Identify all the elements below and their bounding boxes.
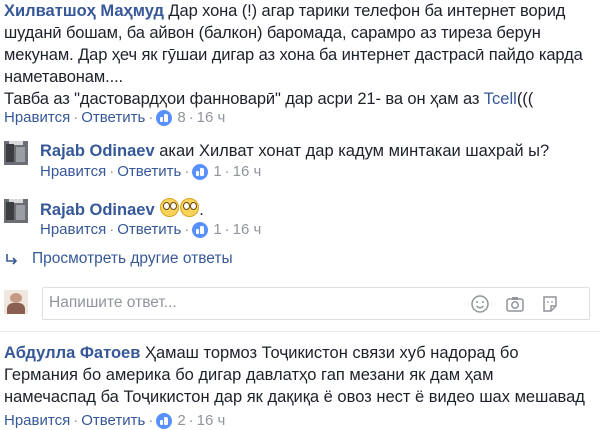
separator: · [109, 221, 115, 238]
like-icon[interactable] [192, 163, 209, 180]
reply-text: . [199, 201, 204, 219]
separator: · [109, 163, 115, 180]
current-user-avatar [4, 290, 28, 314]
like-link[interactable]: Нравится [40, 221, 106, 238]
mention-link[interactable]: Tcell [484, 90, 517, 108]
sticker-icon[interactable] [540, 294, 560, 314]
comment-text-line: ((( [516, 90, 534, 108]
separator: · [184, 163, 190, 180]
comment-actions: Нравится · Ответить · 2 · 16 ч [4, 412, 225, 429]
reply-link[interactable]: Ответить [117, 163, 181, 180]
timestamp[interactable]: 16 ч [197, 109, 226, 126]
separator: · [73, 109, 79, 126]
reply-actions: Нравится · Ответить · 1 · 16 ч [40, 163, 261, 180]
timestamp[interactable]: 16 ч [197, 412, 226, 429]
reply-body: Rajab Odinaev . [40, 198, 204, 221]
comment-text-line: мекунам. Дар ҳеч як гӯшаи дигар аз хона … [4, 46, 583, 64]
comment: Абдулла Фатоев Ҳамаш тормоз Тоҷикистон с… [4, 342, 594, 408]
reply-text: акаи Хилват хонат дар кадум минтакаи шах… [154, 142, 550, 160]
comment: Хилватшоҳ Маҳмуд Дар хона (!) агар тарик… [4, 0, 594, 110]
like-count[interactable]: 1 [213, 221, 221, 238]
flushed-face-emoji-icon [160, 198, 180, 217]
flushed-face-emoji-icon [180, 198, 200, 217]
reply-link[interactable]: Ответить [81, 412, 145, 429]
reply-body: Rajab Odinaev акаи Хилват хонат дар каду… [40, 140, 549, 162]
comment-text-line: шуданӣ бошам, ба айвон (балкон) баромада… [4, 24, 541, 42]
comment-text-line: Германия бо америка бо дигар давлатҳо га… [4, 366, 494, 384]
view-more-replies-label[interactable]: Просмотреть другие ответы [32, 250, 233, 268]
like-icon[interactable] [156, 109, 173, 126]
separator: · [188, 412, 194, 429]
comment-author[interactable]: Хилватшоҳ Маҳмуд [4, 2, 164, 20]
like-count[interactable]: 1 [213, 163, 221, 180]
reply-author[interactable]: Rajab Odinaev [40, 142, 155, 160]
like-count[interactable]: 2 [177, 412, 185, 429]
comment-text-line: Дар хона (!) агар тарики телефон ба инте… [163, 2, 566, 20]
like-link[interactable]: Нравится [40, 163, 106, 180]
separator: · [73, 412, 79, 429]
separator: · [184, 221, 190, 238]
reply-link[interactable]: Ответить [81, 109, 145, 126]
comment-text-line: Ҳамаш тормоз Тоҷикистон связи хуб надора… [140, 344, 519, 362]
like-link[interactable]: Нравится [4, 412, 70, 429]
separator: · [224, 221, 230, 238]
comment-text-line: намечаспад ба Тоҷикистон дар як дақиқа ё… [4, 388, 585, 406]
comment-body: Хилватшоҳ Маҳмуд Дар хона (!) агар тарик… [4, 0, 594, 110]
comment-text-line: Тавба аз "дастовардҳои фанноварӣ" дар ас… [4, 90, 484, 108]
like-icon[interactable] [192, 221, 209, 238]
reply-input[interactable] [49, 293, 449, 313]
separator: · [148, 412, 154, 429]
reply-actions: Нравится · Ответить · 1 · 16 ч [40, 221, 261, 238]
timestamp[interactable]: 16 ч [233, 221, 262, 238]
avatar[interactable] [4, 199, 28, 223]
comment-text-line: наметавонам.... [4, 68, 124, 86]
timestamp[interactable]: 16 ч [233, 163, 262, 180]
reply-arrow-icon [6, 254, 18, 265]
view-more-replies[interactable]: Просмотреть другие ответы [4, 250, 233, 268]
reply-link[interactable]: Ответить [117, 221, 181, 238]
camera-icon[interactable] [505, 294, 525, 314]
reply-composer[interactable] [42, 287, 590, 320]
divider [0, 331, 600, 332]
like-icon[interactable] [156, 412, 173, 429]
emoji-icon[interactable] [470, 294, 490, 314]
like-link[interactable]: Нравится [4, 109, 70, 126]
separator: · [188, 109, 194, 126]
separator: · [224, 163, 230, 180]
like-count[interactable]: 8 [177, 109, 185, 126]
avatar[interactable] [4, 141, 28, 165]
comment-actions: Нравится · Ответить · 8 · 16 ч [4, 109, 225, 126]
comment-author[interactable]: Абдулла Фатоев [4, 344, 140, 362]
reply-author[interactable]: Rajab Odinaev [40, 201, 155, 219]
separator: · [148, 109, 154, 126]
